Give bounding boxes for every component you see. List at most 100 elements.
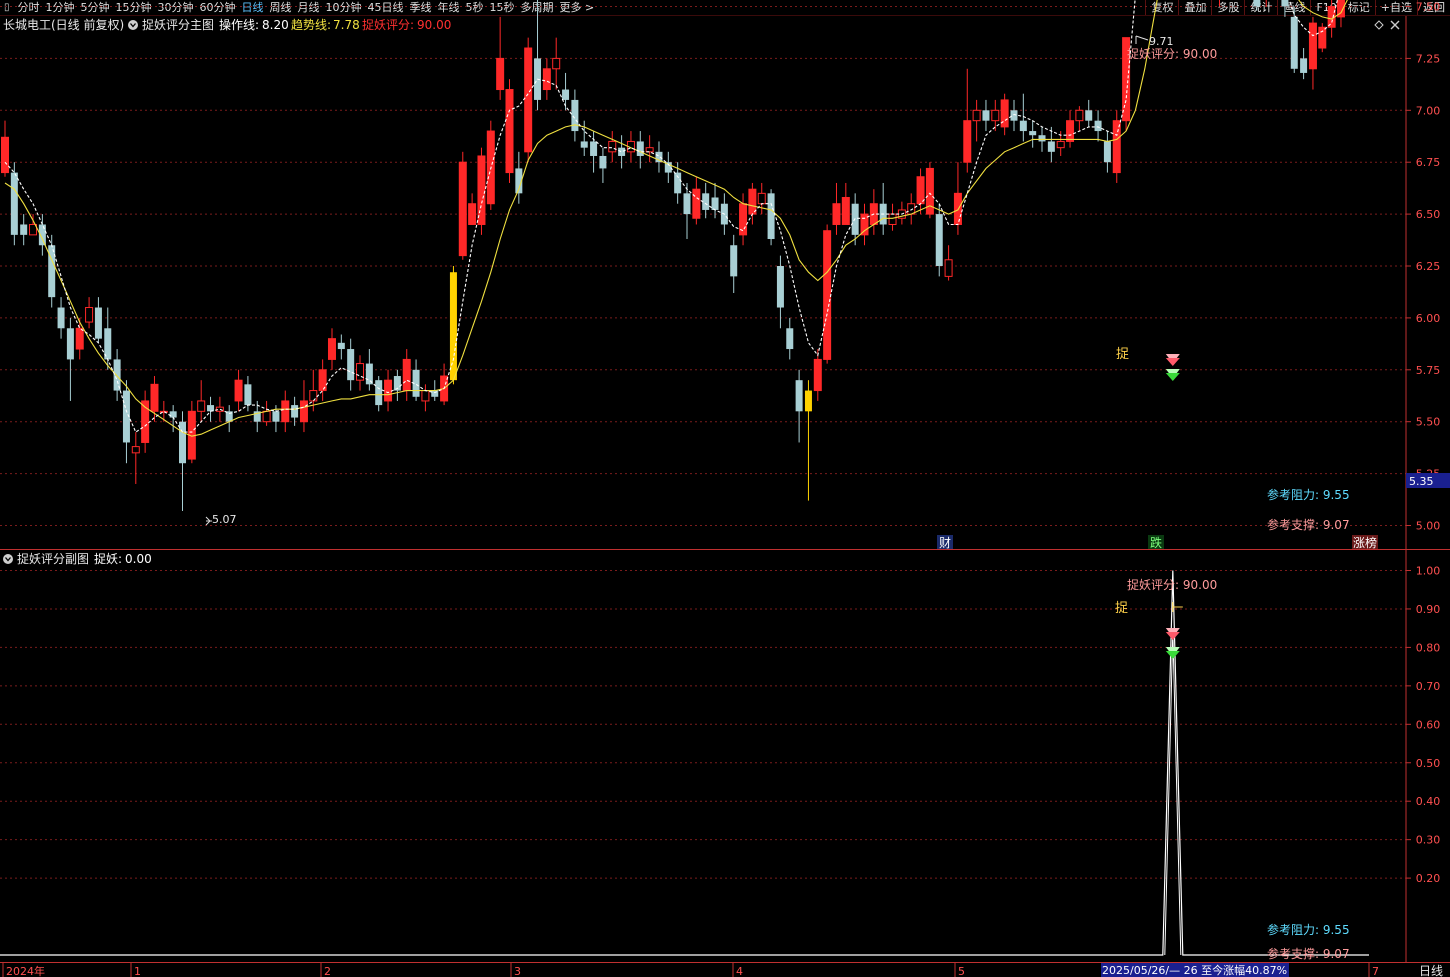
candle-body <box>1094 120 1102 132</box>
main-grid <box>0 6 1406 526</box>
green-diamond-top <box>1165 369 1180 373</box>
candle-body <box>580 141 588 148</box>
score-label: 捉妖评分: <box>362 17 414 32</box>
candle-body <box>262 410 271 423</box>
candle-body <box>823 230 832 360</box>
candle-body <box>402 358 411 392</box>
y-tick-label: 7.00 <box>1416 104 1441 117</box>
y-tick-label: 6.75 <box>1416 156 1441 169</box>
candle-body <box>1010 110 1018 121</box>
score-top-label: 捉妖评分: 90.00 <box>1127 46 1217 61</box>
candle-body <box>327 338 336 360</box>
candle-body <box>57 307 65 329</box>
time-label: 2 <box>324 965 331 977</box>
candle-body <box>636 141 644 156</box>
candle-body <box>1056 140 1065 149</box>
candle-body <box>795 380 803 412</box>
candle-body <box>618 147 626 156</box>
candle-body <box>1019 120 1027 132</box>
stock-chart[interactable]: 9.509.259.008.758.508.258.007.757.507.25… <box>0 0 1450 977</box>
candle-body <box>477 155 486 225</box>
close-icon[interactable] <box>1390 20 1400 30</box>
candle-body <box>552 57 561 70</box>
time-label: 4 <box>736 965 743 977</box>
candle-body <box>496 57 505 91</box>
candle-body <box>234 379 243 402</box>
candle-body <box>963 120 972 163</box>
candle-body <box>94 307 102 339</box>
candle-body <box>804 390 812 412</box>
candle-body <box>776 266 784 308</box>
time-label: 1 <box>134 965 141 977</box>
y-tick-label: 0.90 <box>1416 603 1441 616</box>
candle-body <box>1290 16 1298 69</box>
y-tick-label: 6.25 <box>1416 260 1441 273</box>
candle-body <box>1047 141 1055 152</box>
sub-indicator-menu-icon[interactable] <box>3 554 13 564</box>
candle-body <box>1318 26 1327 49</box>
candle-body <box>1281 0 1289 7</box>
trend-line-label: 趋势线: <box>291 18 331 32</box>
y-tick-label: 5.50 <box>1416 416 1441 429</box>
candle-body <box>1308 22 1317 70</box>
green-diamond-icon <box>1165 373 1180 381</box>
indicator-lines <box>4 0 1348 437</box>
candle-body <box>1085 110 1093 121</box>
candle-body <box>1 136 9 174</box>
y-tick-label: 0.40 <box>1416 795 1441 808</box>
time-label: 2024年 <box>6 964 45 977</box>
candle-body <box>991 109 1000 122</box>
sub-green-diamond-icon <box>1165 651 1180 659</box>
candle-body <box>244 384 252 406</box>
candle-body <box>197 400 206 412</box>
current-price-value: 5.35 <box>1409 475 1434 488</box>
candle-body <box>20 224 28 235</box>
candle-body <box>935 214 943 266</box>
y-tick-label: 0.20 <box>1416 872 1441 885</box>
sub-value: 0.00 <box>125 552 152 566</box>
candle-body <box>786 328 794 350</box>
candle-body <box>159 410 168 413</box>
op-line-value: 8.20 <box>262 18 289 32</box>
candle-body <box>1038 135 1046 142</box>
candle-body <box>458 161 467 257</box>
candle-body <box>692 188 701 219</box>
candle-body <box>748 188 757 215</box>
high-pointer <box>1135 35 1149 44</box>
candle-body <box>1075 109 1084 122</box>
candle-body <box>916 176 925 205</box>
candle-body <box>1103 141 1111 163</box>
candle-body <box>421 390 430 402</box>
candle-body <box>1066 120 1075 142</box>
candle-body <box>1112 120 1121 174</box>
candle-body <box>468 203 477 225</box>
resist-label: 参考阻力: 9.55 <box>1267 487 1350 502</box>
stock-title: 长城电工(日线 前复权) <box>3 17 124 32</box>
candle-body <box>281 400 290 423</box>
candle-body <box>375 380 383 406</box>
diamond-icon[interactable] <box>1374 20 1384 30</box>
candle-body <box>347 349 355 381</box>
indicator-menu-icon[interactable] <box>128 20 138 30</box>
status-text: 2025/05/26/— 26 至今涨幅40.87% <box>1102 963 1287 977</box>
candle-body <box>299 400 308 423</box>
candle-body <box>1029 131 1037 136</box>
candle-body <box>75 327 84 350</box>
candle-body <box>10 172 18 235</box>
catch-mark-label: 捉 <box>1116 347 1129 362</box>
candle-body <box>431 390 439 397</box>
sub-score-label: 捉妖评分: 90.00 <box>1127 577 1217 592</box>
candle-body <box>524 47 533 153</box>
y-tick-label: 0.70 <box>1416 680 1441 693</box>
candle-body <box>590 141 598 156</box>
time-label: 3 <box>514 965 521 977</box>
candle-body <box>562 89 570 100</box>
candle-body <box>841 196 850 225</box>
candle-body <box>711 197 719 210</box>
y-tick-label: 6.00 <box>1416 312 1441 325</box>
y-tick-label: 1.00 <box>1416 565 1441 578</box>
candle-body <box>179 421 187 464</box>
candle-body <box>309 390 318 402</box>
sub-red-diamond-icon <box>1165 632 1180 640</box>
price-axes: 9.509.259.008.758.508.258.007.757.507.25… <box>0 1 1450 963</box>
